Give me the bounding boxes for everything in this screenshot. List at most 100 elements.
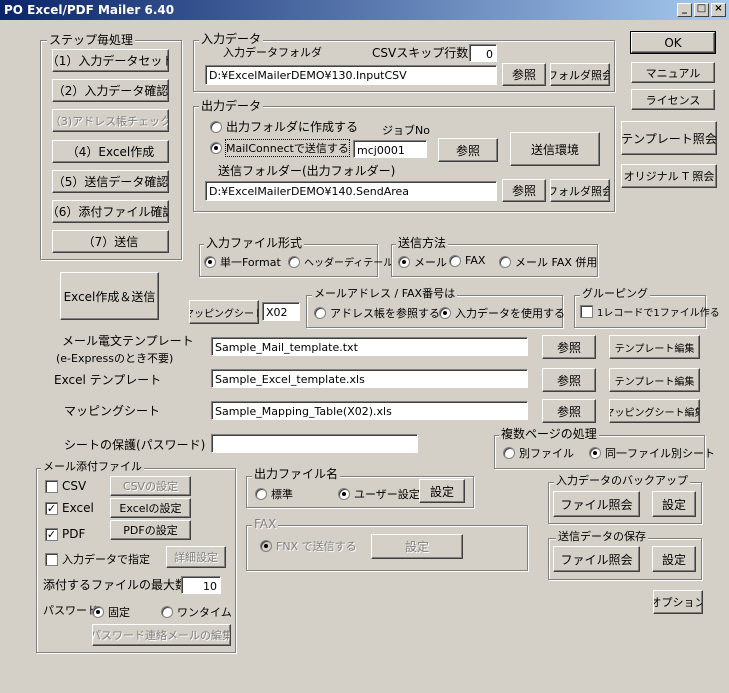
step-5-button[interactable]: （5）送信データ確認 — [52, 170, 169, 193]
job-no-input[interactable]: mcj0001 — [353, 140, 427, 158]
filename-standard-radio[interactable]: 標準 — [255, 486, 293, 502]
header-detail-radio[interactable]: ヘッダーディテール — [288, 254, 393, 269]
save-setting-button[interactable]: 設定 — [652, 546, 696, 572]
send-mail-fax-label: メール FAX 併用 — [515, 256, 598, 269]
csv-setting-button[interactable]: CSVの設定 — [110, 476, 191, 496]
title-bar: PO Excel/PDF Mailer 6.40 — [0, 0, 729, 20]
send-mail-radio-dot[interactable] — [398, 256, 410, 268]
mail-template-field[interactable]: Sample_Mail_template.txt — [211, 337, 528, 356]
manual-button[interactable]: マニュアル — [631, 62, 715, 83]
send-environment-button[interactable]: 送信環境 — [510, 132, 600, 166]
pdf-label: PDF — [62, 527, 86, 541]
single-format-radio-dot[interactable] — [204, 256, 216, 268]
single-format-radio[interactable]: 単一Format — [204, 254, 281, 270]
step-2-button[interactable]: （2）入力データ確認 — [52, 79, 169, 102]
excel-template-field[interactable]: Sample_Excel_template.xls — [211, 369, 528, 388]
password-fixed-radio-dot[interactable] — [92, 606, 104, 618]
excel-template-browse-button[interactable]: 参照 — [542, 368, 596, 392]
csv-check[interactable] — [45, 479, 58, 493]
excel-template-edit-button[interactable]: テンプレート編集 — [609, 368, 700, 392]
use-input-data-radio[interactable]: 入力データを使用する — [439, 305, 565, 321]
password-onetime-radio-dot[interactable] — [161, 606, 173, 618]
password-onetime-radio[interactable]: ワンタイム — [161, 604, 232, 620]
output-folder-radio[interactable]: 出力フォルダに作成する — [210, 118, 358, 135]
save-file-view-button[interactable]: ファイル照会 — [553, 546, 640, 572]
send-folder-browse-button[interactable]: 参照 — [502, 179, 546, 202]
use-input-data-radio-dot[interactable] — [439, 307, 451, 319]
filename-setting-button[interactable]: 設定 — [419, 479, 465, 503]
pdf-check[interactable]: ✓ — [45, 527, 58, 541]
output-folder-radio-dot[interactable] — [210, 120, 222, 133]
mailconnect-radio-dot[interactable] — [210, 142, 222, 154]
excel-check[interactable]: ✓ — [45, 501, 58, 515]
backup-setting-button[interactable]: 設定 — [652, 491, 696, 517]
ok-button[interactable]: OK — [630, 31, 716, 54]
max-files-input[interactable]: 10 — [181, 576, 221, 594]
input-folder-browse-button[interactable]: 参照 — [502, 63, 546, 86]
input-folder-view-button[interactable]: フォルダ照会 — [550, 63, 610, 86]
csv-checkbox[interactable]: CSV — [45, 479, 86, 493]
password-fixed-radio[interactable]: 固定 — [92, 604, 130, 620]
mail-template-edit-button[interactable]: テンプレート編集 — [609, 335, 700, 359]
csv-skip-label: CSVスキップ行数 — [372, 46, 469, 60]
fnx-send-radio[interactable]: FNX で送信する — [260, 538, 357, 554]
mapping-sheet-edit-button[interactable]: マッピングシート編集 — [609, 399, 700, 423]
separate-file-radio[interactable]: 別ファイル — [503, 445, 574, 461]
pdf-checkbox[interactable]: ✓ PDF — [45, 527, 85, 541]
input-spec-checkbox[interactable]: 入力データで指定 — [45, 551, 150, 567]
address-book-radio[interactable]: アドレス帳を参照する — [314, 305, 440, 321]
mapping-sheet-input[interactable]: X02 — [262, 302, 300, 321]
detail-setting-button[interactable]: 詳細設定 — [166, 546, 226, 568]
separate-file-radio-dot[interactable] — [503, 447, 515, 459]
mapping-template-browse-button[interactable]: 参照 — [542, 399, 596, 423]
job-no-label: ジョブNo — [382, 124, 430, 137]
one-record-one-file-check[interactable] — [580, 305, 593, 318]
mapping-sheet-button[interactable]: マッピングシート — [189, 300, 259, 324]
input-spec-check[interactable] — [45, 552, 58, 566]
filename-standard-radio-dot[interactable] — [255, 488, 267, 500]
mailconnect-radio[interactable]: MailConnectで送信する — [210, 139, 350, 157]
password-mail-edit-button[interactable]: パスワード連絡メールの編集 — [92, 624, 231, 646]
same-file-sheet-radio[interactable]: 同一ファイル別シート — [589, 445, 715, 461]
sheet-protect-input[interactable] — [211, 434, 418, 453]
header-detail-radio-dot[interactable] — [288, 255, 300, 268]
excel-setting-button[interactable]: Excelの設定 — [110, 498, 191, 518]
fnx-send-radio-dot[interactable] — [260, 540, 272, 552]
address-book-radio-dot[interactable] — [314, 307, 326, 319]
send-fax-radio[interactable]: FAX — [449, 254, 485, 267]
close-icon[interactable]: × — [711, 3, 726, 17]
filename-user-radio[interactable]: ユーザー設定 — [338, 486, 420, 502]
filename-user-radio-dot[interactable] — [338, 488, 350, 500]
send-mail-fax-radio-dot[interactable] — [499, 256, 511, 268]
minimize-icon[interactable]: _ — [677, 3, 692, 17]
job-browse-button[interactable]: 参照 — [438, 138, 498, 162]
option-button[interactable]: オプション — [653, 590, 703, 614]
same-file-sheet-radio-dot[interactable] — [589, 447, 601, 459]
mail-template-browse-button[interactable]: 参照 — [542, 335, 596, 359]
one-record-one-file-checkbox[interactable]: 1レコードで1ファイル作る — [580, 304, 720, 319]
step-1-button[interactable]: （1）入力データセット — [52, 49, 169, 72]
step-6-button[interactable]: （6）添付ファイル確認 — [52, 200, 169, 223]
mapping-template-field[interactable]: Sample_Mapping_Table(X02).xls — [211, 401, 528, 420]
send-mail-radio[interactable]: メール — [398, 254, 447, 270]
license-button[interactable]: ライセンス — [631, 89, 715, 110]
send-folder-field[interactable]: D:¥ExcelMailerDEMO¥140.SendArea — [205, 181, 497, 201]
step-4-button[interactable]: （4）Excel作成 — [52, 140, 169, 163]
input-format-legend: 入力ファイル形式 — [204, 236, 305, 250]
csv-skip-input[interactable]: 0 — [469, 44, 497, 62]
send-mail-fax-radio[interactable]: メール FAX 併用 — [499, 254, 597, 270]
template-view-button[interactable]: テンプレート照会 — [621, 121, 717, 155]
fax-setting-button[interactable]: 設定 — [371, 534, 463, 559]
send-fax-label: FAX — [465, 254, 486, 267]
input-folder-field[interactable]: D:¥ExcelMailerDEMO¥130.InputCSV — [205, 65, 497, 85]
excel-checkbox[interactable]: ✓ Excel — [45, 501, 94, 515]
backup-file-view-button[interactable]: ファイル照会 — [553, 491, 640, 517]
pdf-setting-button[interactable]: PDFの設定 — [110, 520, 191, 540]
original-template-view-button[interactable]: オリジナル T 照会 — [621, 164, 717, 188]
step-7-button[interactable]: （7）送信 — [52, 230, 169, 253]
excel-create-send-button[interactable]: Excel作成＆送信 — [60, 272, 159, 320]
maximize-icon[interactable]: □ — [694, 3, 709, 17]
send-fax-radio-dot[interactable] — [449, 254, 461, 267]
send-folder-view-button[interactable]: フォルダ照会 — [550, 179, 610, 202]
step-3-button[interactable]: （3)アドレス帳チェック — [52, 109, 169, 132]
